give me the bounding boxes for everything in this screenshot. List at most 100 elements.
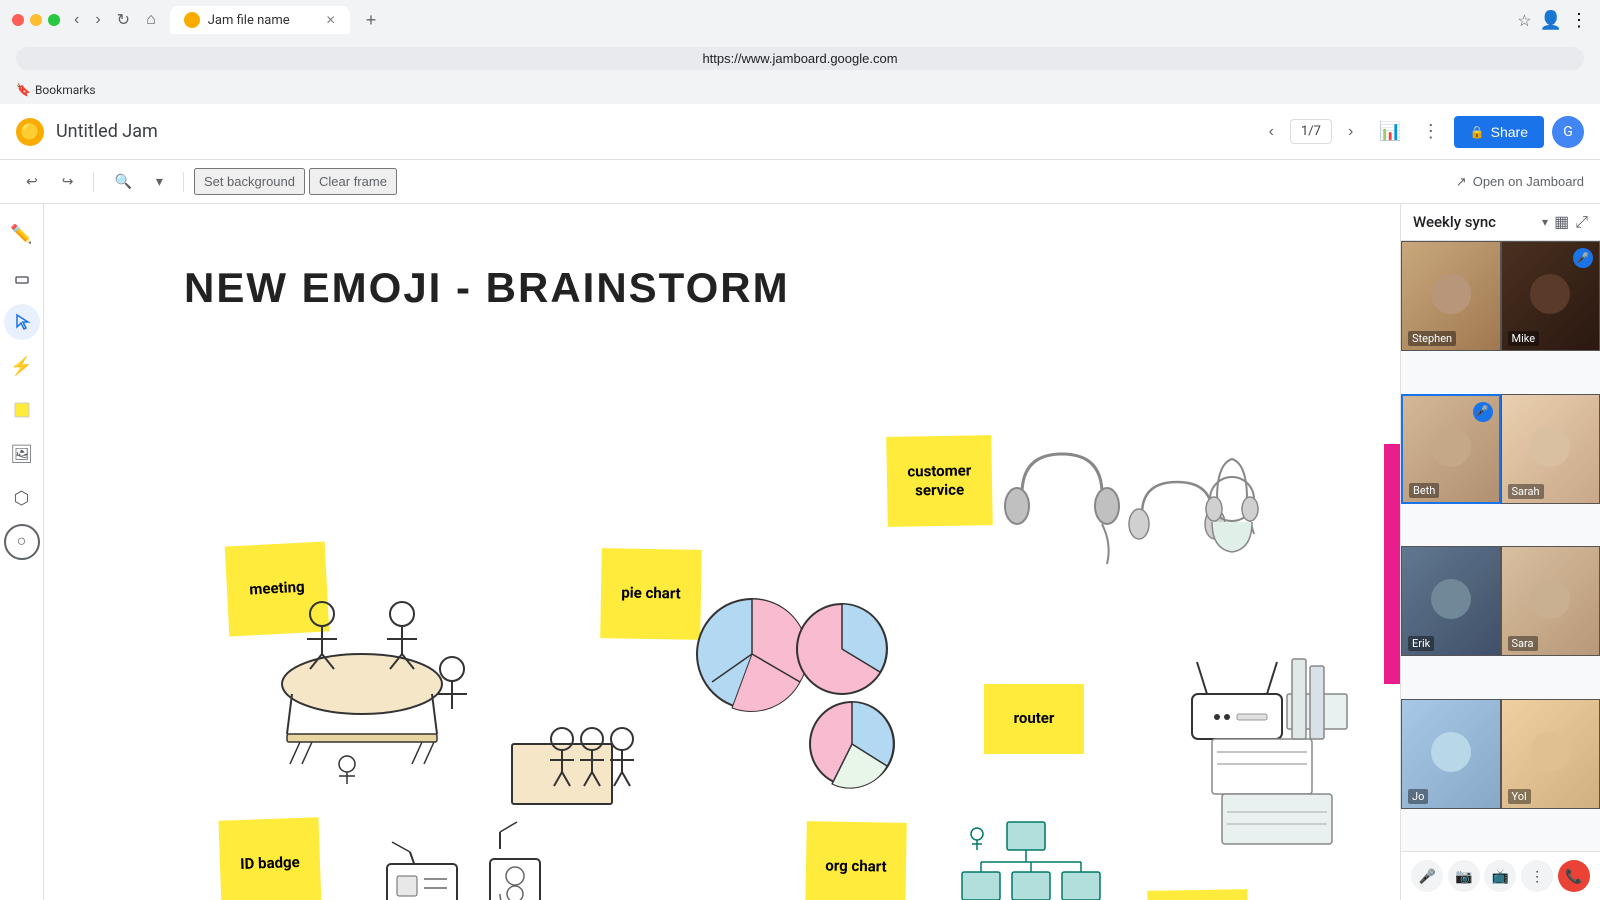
participant-name-beth: Beth: [1409, 483, 1439, 498]
camera-button[interactable]: 📷: [1448, 860, 1480, 892]
org-chart-drawings: [962, 822, 1100, 900]
meeting-header: Weekly sync ▾ ▦ ⤢: [1401, 204, 1600, 241]
grid-view-icon[interactable]: ▦: [1554, 212, 1569, 232]
image-tool[interactable]: 🖼: [4, 436, 40, 472]
more-options-button[interactable]: ⋮: [1416, 115, 1446, 148]
pink-bar-decoration: [1384, 444, 1400, 684]
participant-name-yol: Yol: [1508, 789, 1531, 804]
participant-stephen: Stephen: [1401, 241, 1501, 351]
share-button[interactable]: 🔒 Share: [1454, 116, 1544, 148]
shape-tool[interactable]: ⬡: [4, 480, 40, 516]
sticky-customer-service-text: customer service: [895, 461, 985, 502]
reload-button[interactable]: ↻: [111, 8, 136, 32]
main-layout: ✏️ ⚡ 🖼 ⬡ ○ NEW EMOJI - BRAINSTORM meetin…: [0, 204, 1600, 900]
sticky-router[interactable]: router: [984, 684, 1084, 754]
forward-button[interactable]: ›: [89, 9, 106, 31]
open-jamboard-label: Open on Jamboard: [1473, 174, 1584, 189]
active-tab[interactable]: Jam file name ✕: [170, 6, 350, 34]
frame-counter[interactable]: 1/7: [1290, 119, 1332, 144]
whiteboard-canvas[interactable]: NEW EMOJI - BRAINSTORM meeting pie chart…: [44, 204, 1400, 900]
participant-yol: Yol: [1501, 699, 1600, 809]
right-panel: Weekly sync ▾ ▦ ⤢ Stephen: [1400, 204, 1600, 900]
set-background-button[interactable]: Set background: [194, 168, 305, 195]
mute-button[interactable]: 🎤: [1411, 860, 1443, 892]
app-logo: 🟡: [16, 118, 44, 146]
header-actions: 📊 ⋮ 🔒 Share G: [1373, 115, 1584, 148]
sticky-id-badge-text: ID badge: [240, 853, 300, 875]
new-tab-button[interactable]: +: [358, 10, 385, 31]
star-icon[interactable]: ☆: [1517, 11, 1531, 30]
sticky-note-tool[interactable]: [4, 392, 40, 428]
open-jamboard-button[interactable]: ↗ Open on Jamboard: [1456, 174, 1584, 190]
sticky-pie-chart[interactable]: pie chart: [600, 548, 702, 640]
frame-navigation: ‹ 1/7 ›: [1261, 119, 1362, 145]
presentation-drawing: [512, 728, 634, 804]
participant-name-stephen: Stephen: [1408, 331, 1456, 346]
menu-icon[interactable]: ⋮: [1570, 10, 1588, 31]
call-controls: 🎤 📷 📺 ⋮ 📞: [1401, 851, 1600, 900]
participant-sara: Sara: [1501, 546, 1600, 656]
circle-tool[interactable]: ○: [4, 524, 40, 560]
sticky-router-text: router: [1014, 709, 1055, 729]
participant-name-mike: Mike: [1508, 331, 1540, 346]
participant-name-sarah: Sarah: [1508, 484, 1544, 499]
profile-icon[interactable]: 👤: [1540, 10, 1562, 31]
app-title[interactable]: Untitled Jam: [56, 121, 1249, 142]
participant-mike: Mike 🎤: [1501, 241, 1600, 351]
share-label: Share: [1491, 124, 1528, 140]
minimize-dot[interactable]: [30, 14, 42, 26]
bookmark-bar: 🔖 Bookmarks: [0, 76, 1600, 104]
participant-name-sara: Sara: [1508, 636, 1538, 651]
participant-name-erik: Erik: [1408, 636, 1434, 651]
participant-beth: Beth 🎤: [1401, 394, 1501, 504]
mic-button[interactable]: 📊: [1373, 115, 1407, 148]
zoom-button[interactable]: 🔍: [104, 169, 141, 194]
select-tool[interactable]: [4, 304, 40, 340]
sticky-customer-service[interactable]: customer service: [886, 435, 993, 527]
browser-chrome: ‹ › ↻ ⌂ Jam file name ✕ + ☆ 👤 ⋮ 🔖 Bookma…: [0, 0, 1600, 104]
redo-button[interactable]: ↪: [52, 169, 84, 194]
prev-frame-button[interactable]: ‹: [1261, 119, 1282, 145]
sticky-pie-chart-text: pie chart: [621, 584, 681, 605]
participant-jo: Jo: [1401, 699, 1501, 809]
sticky-org-chart-text: org chart: [825, 857, 887, 878]
toolbar-separator-1: [93, 172, 94, 192]
whiteboard-title: NEW EMOJI - BRAINSTORM: [184, 264, 790, 312]
url-input[interactable]: [16, 47, 1584, 70]
sticky-meeting[interactable]: meeting: [225, 541, 330, 636]
close-dot[interactable]: [12, 14, 24, 26]
participants-grid: Stephen Mike 🎤 Beth: [1401, 241, 1600, 851]
sticky-org-chart[interactable]: org chart: [805, 821, 907, 900]
more-call-options[interactable]: ⋮: [1521, 860, 1553, 892]
next-frame-button[interactable]: ›: [1340, 119, 1361, 145]
id-badge-drawings: [387, 822, 540, 900]
user-avatar[interactable]: G: [1552, 116, 1584, 148]
expand-icon[interactable]: ⤢: [1575, 212, 1588, 232]
meeting-dropdown-icon[interactable]: ▾: [1542, 215, 1548, 229]
sticky-id-badge[interactable]: ID badge: [218, 817, 321, 900]
pie-chart-drawings: [697, 599, 894, 788]
participant-name-jo: Jo: [1408, 789, 1428, 804]
sticky-meeting-text: meeting: [249, 578, 305, 600]
undo-button[interactable]: ↩: [16, 169, 48, 194]
back-button[interactable]: ‹: [68, 9, 85, 31]
home-button[interactable]: ⌂: [140, 9, 162, 31]
bookmarks-label: Bookmarks: [35, 83, 96, 97]
eraser-tool[interactable]: [4, 260, 40, 296]
window-controls: [12, 14, 60, 26]
participant-mic-mike: 🎤: [1573, 248, 1593, 268]
maximize-dot[interactable]: [48, 14, 60, 26]
pen-tool[interactable]: ✏️: [4, 216, 40, 252]
headset-drawings: [1005, 454, 1258, 564]
clear-frame-button[interactable]: Clear frame: [309, 168, 397, 195]
meeting-title: Weekly sync: [1413, 213, 1536, 231]
sticky-note-label[interactable]: sticky note: [1147, 889, 1248, 900]
tab-close-icon[interactable]: ✕: [326, 13, 336, 27]
left-toolbar: ✏️ ⚡ 🖼 ⬡ ○: [0, 204, 44, 900]
present-button[interactable]: 📺: [1484, 860, 1516, 892]
end-call-button[interactable]: 📞: [1558, 860, 1590, 892]
participant-erik: Erik: [1401, 546, 1501, 656]
zoom-dropdown[interactable]: ▾: [146, 169, 173, 194]
laser-tool[interactable]: ⚡: [4, 348, 40, 384]
tab-favicon: [184, 12, 200, 28]
